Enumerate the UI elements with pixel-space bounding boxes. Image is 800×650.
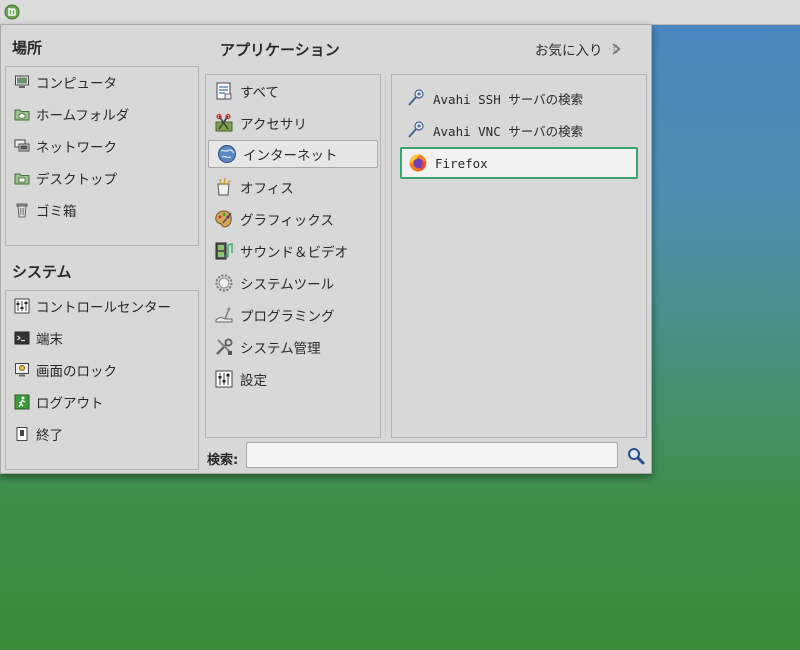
category-label: グラフィックス [240,213,334,229]
places-item-label: ゴミ箱 [36,204,77,220]
logout-icon [13,394,30,411]
internet-globe-icon [216,143,238,165]
places-item-label: ネットワーク [36,140,117,156]
network-icon [13,138,30,155]
app-firefox[interactable]: Firefox [400,147,638,179]
system-item-shutdown[interactable]: 終了 [6,421,198,447]
app-avahi-vnc[interactable]: Avahi VNC サーバの検索 [400,116,638,144]
system-item-label: 端末 [36,332,63,348]
firefox-icon [408,153,428,173]
category-label: システムツール [240,277,335,293]
places-title: 場所 [12,39,43,57]
category-label: インターネット [243,148,338,164]
favorites-label: お気に入り [535,43,603,59]
search-label: 検索: [207,453,239,468]
accessories-icon [213,112,235,134]
office-icon [213,176,235,198]
places-item-desktop[interactable]: デスクトップ [6,165,198,191]
category-programming[interactable]: プログラミング [206,302,380,328]
graphics-palette-icon [213,208,235,230]
places-item-label: ホームフォルダ [36,108,130,124]
lock-screen-icon [13,362,30,379]
sound-video-icon [213,240,235,262]
app-label: Firefox [435,155,488,171]
system-admin-tools-icon [213,336,235,358]
system-tools-gear-icon [213,272,235,294]
control-center-icon [13,298,30,315]
desktop-folder-icon [13,170,30,187]
places-item-label: デスクトップ [36,172,117,188]
system-item-label: 画面のロック [36,364,117,380]
category-settings[interactable]: 設定 [206,366,380,392]
category-system-tools[interactable]: システムツール [206,270,380,296]
places-item-computer[interactable]: コンピュータ [6,69,198,95]
mint-menu-icon[interactable] [4,4,20,20]
system-title: システム [12,263,72,281]
category-label: アクセサリ [240,117,307,133]
places-item-label: コンピュータ [36,76,117,92]
system-item-control-center[interactable]: コントロールセンター [6,293,198,319]
system-list: コントロールセンター 端末 画面のロック ログアウト 終了 [5,290,199,470]
settings-icon [213,368,235,390]
system-item-lock-screen[interactable]: 画面のロック [6,357,198,383]
column-divider [385,75,386,437]
category-label: サウンド＆ビデオ [240,245,348,261]
app-label: Avahi VNC サーバの検索 [433,123,584,139]
category-internet[interactable]: インターネット [208,140,378,168]
arrow-right-icon [608,43,621,55]
category-label: 設定 [240,373,267,389]
applications-title: アプリケーション [220,41,340,59]
system-item-label: 終了 [36,428,63,444]
category-label: プログラミング [240,309,335,325]
search-icon[interactable] [627,447,645,465]
top-panel [0,0,800,25]
category-accessories[interactable]: アクセサリ [206,110,380,136]
category-label: すべて [240,85,280,101]
search-input[interactable] [246,442,618,468]
category-sound-video[interactable]: サウンド＆ビデオ [206,238,380,264]
programming-icon [213,304,235,326]
category-office[interactable]: オフィス [206,174,380,200]
app-label: Avahi SSH サーバの検索 [433,91,584,107]
system-item-label: ログアウト [36,396,104,412]
computer-icon [13,74,30,91]
category-list: すべて アクセサリ インターネット オフィス グラフィックス サウンド＆ビデオ … [205,74,381,438]
category-system-admin[interactable]: システム管理 [206,334,380,360]
avahi-ssh-icon [406,88,426,108]
places-item-trash[interactable]: ゴミ箱 [6,197,198,223]
places-item-home[interactable]: ホームフォルダ [6,101,198,127]
application-list: Avahi SSH サーバの検索 Avahi VNC サーバの検索 Firefo… [391,74,647,438]
category-label: オフィス [240,181,294,197]
category-all[interactable]: すべて [206,78,380,104]
avahi-vnc-icon [406,120,426,140]
favorites-button[interactable]: お気に入り [535,39,624,59]
system-item-label: コントロールセンター [36,300,171,316]
app-avahi-ssh[interactable]: Avahi SSH サーバの検索 [400,84,638,112]
terminal-icon [13,330,30,347]
home-folder-icon [13,106,30,123]
all-apps-icon [213,80,235,102]
system-item-logout[interactable]: ログアウト [6,389,198,415]
application-menu: 場所 コンピュータ ホームフォルダ ネットワーク デスクトップ ゴミ箱 システム… [0,25,652,474]
trash-icon [13,202,30,219]
category-label: システム管理 [240,341,321,357]
places-item-network[interactable]: ネットワーク [6,133,198,159]
shutdown-icon [13,426,30,443]
category-graphics[interactable]: グラフィックス [206,206,380,232]
system-item-terminal[interactable]: 端末 [6,325,198,351]
places-list: コンピュータ ホームフォルダ ネットワーク デスクトップ ゴミ箱 [5,66,199,246]
